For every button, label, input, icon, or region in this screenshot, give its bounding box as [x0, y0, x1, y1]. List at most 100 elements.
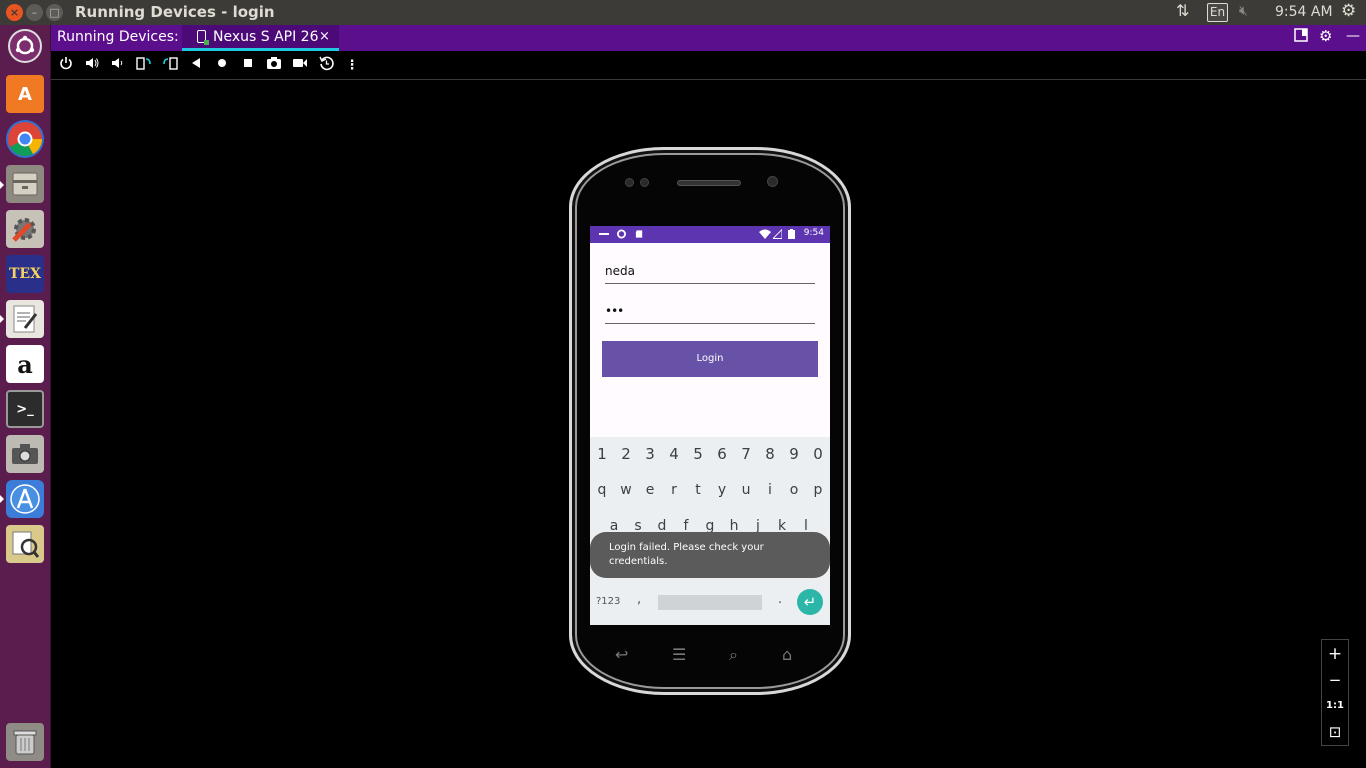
tool-window-header: Running Devices: Nexus S API 26 × ⚙ — — [51, 25, 1366, 51]
screenshot-icon[interactable] — [6, 435, 44, 473]
key-w[interactable]: w — [614, 482, 638, 498]
zoom-in-button[interactable]: + — [1322, 641, 1348, 667]
soft-keyboard: 1234567890 qwertyuiop asdfghjkl zxcvbnm … — [590, 437, 830, 625]
network-arrows-icon[interactable]: ⇅ — [1176, 1, 1189, 20]
notification-icon — [599, 233, 609, 235]
volume-muted-icon[interactable]: 🔇︎ — [1239, 3, 1248, 19]
key-7[interactable]: 7 — [734, 445, 758, 463]
actual-size-button[interactable]: 1:1 — [1322, 693, 1348, 719]
amazon-icon[interactable]: a — [6, 345, 44, 383]
window-minimize-button[interactable]: – — [26, 4, 43, 21]
key-0[interactable]: 0 — [806, 445, 830, 463]
more-icon[interactable]: ⋮ — [342, 56, 362, 76]
power-icon[interactable] — [56, 56, 76, 76]
signal-icon — [773, 229, 782, 239]
key-t[interactable]: t — [686, 482, 710, 498]
key-u[interactable]: u — [734, 482, 758, 498]
hardware-home-icon[interactable]: ⌂ — [782, 645, 792, 664]
keyboard-language-indicator[interactable]: En — [1207, 3, 1228, 22]
settings-icon[interactable]: ⚙ — [1319, 27, 1332, 45]
window-close-button[interactable]: × — [6, 4, 23, 21]
hardware-back-icon[interactable]: ↩ — [615, 645, 628, 664]
battery-icon — [788, 229, 795, 239]
key-8[interactable]: 8 — [758, 445, 782, 463]
emulator-toolbar: ⋮ — [51, 51, 1366, 80]
running-indicator — [0, 315, 4, 323]
login-failed-toast: Login failed. Please check your credenti… — [590, 532, 830, 578]
key-o[interactable]: o — [782, 482, 806, 498]
rotate-right-icon[interactable] — [160, 56, 180, 76]
key-6[interactable]: 6 — [710, 445, 734, 463]
key-9[interactable]: 9 — [782, 445, 806, 463]
launcher: A TEX a >_ — [0, 25, 51, 768]
period-key[interactable]: . — [778, 592, 782, 607]
dash-icon[interactable] — [8, 29, 42, 63]
files-icon[interactable] — [6, 165, 44, 203]
sdcard-icon — [635, 230, 643, 238]
software-center-icon[interactable]: A — [6, 75, 44, 113]
status-clock: 9:54 — [803, 228, 824, 238]
android-studio-icon[interactable] — [6, 480, 44, 518]
trash-icon[interactable] — [6, 723, 44, 761]
key-e[interactable]: e — [638, 482, 662, 498]
reset-icon[interactable] — [316, 56, 336, 76]
device-tab-label: Nexus S API 26 — [213, 29, 319, 45]
android-status-bar: 9:54 — [590, 226, 830, 243]
keyboard-top-row: qwertyuiop — [590, 482, 830, 498]
key-i[interactable]: i — [758, 482, 782, 498]
home-icon[interactable] — [212, 56, 232, 76]
volume-up-icon[interactable] — [82, 56, 102, 76]
texmaker-icon[interactable]: TEX — [6, 255, 44, 293]
text-editor-icon[interactable] — [6, 300, 44, 338]
back-icon[interactable] — [186, 56, 206, 76]
document-viewer-icon[interactable] — [6, 525, 44, 563]
key-p[interactable]: p — [806, 482, 830, 498]
hardware-search-icon[interactable]: ⌕ — [729, 645, 738, 665]
clock[interactable]: 9:54 AM — [1275, 4, 1333, 20]
device-screen[interactable]: 9:54 neda ••• Login 1234567890 qwertyuio… — [590, 226, 830, 625]
volume-down-icon[interactable] — [108, 56, 128, 76]
terminal-icon[interactable]: >_ — [6, 390, 44, 428]
zoom-controls: + − 1:1 ⊡ — [1321, 639, 1349, 746]
chrome-icon[interactable] — [6, 120, 44, 158]
phone-sensor — [640, 178, 649, 187]
key-5[interactable]: 5 — [686, 445, 710, 463]
tab-nexus-s-api-26[interactable]: Nexus S API 26 × — [182, 25, 339, 51]
comma-key[interactable]: , — [637, 592, 641, 607]
running-indicator — [0, 181, 4, 189]
overview-icon[interactable] — [238, 56, 258, 76]
layout-icon[interactable] — [1294, 28, 1308, 46]
window-maximize-button[interactable]: □ — [46, 4, 63, 21]
front-camera — [767, 176, 778, 187]
zoom-out-button[interactable]: − — [1322, 667, 1348, 693]
key-q[interactable]: q — [590, 482, 614, 498]
tool-window-title: Running Devices: — [57, 29, 179, 45]
login-button[interactable]: Login — [602, 341, 818, 377]
enter-key[interactable]: ↵ — [797, 589, 823, 615]
symbols-key[interactable]: ?123 — [596, 596, 620, 607]
phone-icon — [197, 30, 209, 45]
key-r[interactable]: r — [662, 482, 686, 498]
key-1[interactable]: 1 — [590, 445, 614, 463]
close-icon[interactable]: × — [319, 29, 330, 44]
rotate-left-icon[interactable] — [134, 56, 154, 76]
fit-screen-button[interactable]: ⊡ — [1322, 719, 1348, 745]
phone-sensor — [625, 178, 634, 187]
password-field[interactable]: ••• — [605, 304, 815, 324]
sync-icon — [617, 229, 626, 239]
key-y[interactable]: y — [710, 482, 734, 498]
top-panel: × – □ Running Devices - login ⇅ En 🔇︎ 9:… — [0, 0, 1366, 25]
space-key[interactable] — [658, 595, 762, 610]
minimize-icon[interactable]: — — [1346, 28, 1360, 44]
hardware-menu-icon[interactable]: ☰ — [672, 645, 686, 664]
key-4[interactable]: 4 — [662, 445, 686, 463]
phone-speaker — [677, 180, 741, 186]
key-3[interactable]: 3 — [638, 445, 662, 463]
username-field[interactable]: neda — [605, 264, 815, 284]
system-gear-icon[interactable]: ⚙ — [1341, 1, 1356, 21]
settings-icon[interactable] — [6, 210, 44, 248]
screenshot-icon[interactable] — [264, 56, 284, 76]
window-title: Running Devices - login — [75, 3, 275, 21]
key-2[interactable]: 2 — [614, 445, 638, 463]
record-icon[interactable] — [290, 56, 310, 76]
